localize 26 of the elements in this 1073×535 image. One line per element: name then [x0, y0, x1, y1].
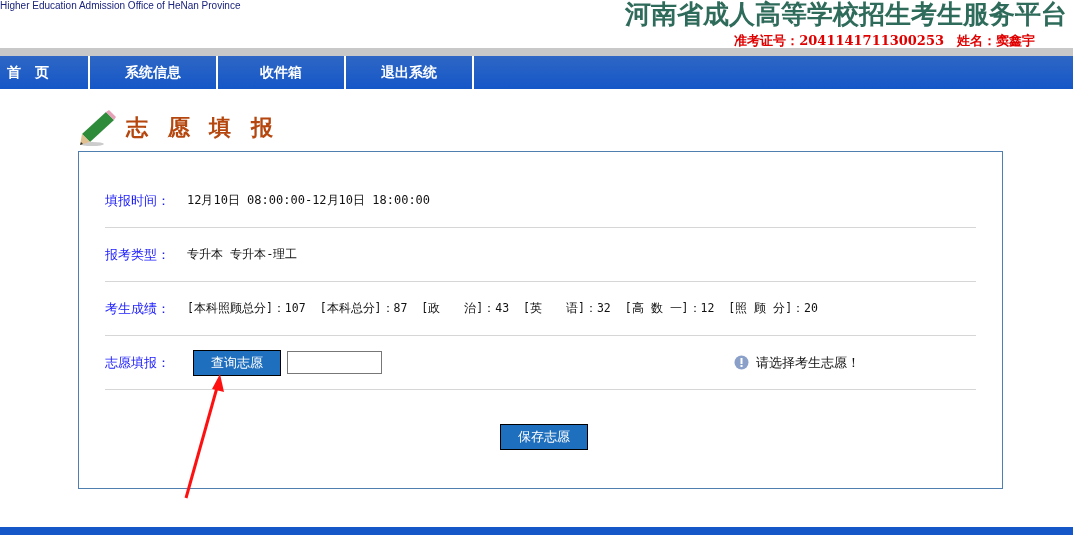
- pencil-icon: [78, 109, 118, 147]
- field-value: 12月10日 08:00:00-12月10日 18:00:00: [187, 192, 431, 209]
- field-label: 考生成绩：: [105, 299, 171, 318]
- field-label: 志愿填报：: [105, 353, 171, 372]
- info-icon: [734, 355, 749, 370]
- score-item: [照 顾 分]：20: [728, 301, 818, 316]
- score-item: [本科总分]：87: [319, 301, 408, 316]
- nav-item[interactable]: 系统信息: [90, 56, 218, 89]
- input-field[interactable]: [287, 351, 382, 374]
- save-button[interactable]: 保存志愿: [499, 424, 588, 450]
- nav-item[interactable]: 首 页: [0, 56, 90, 89]
- field-label: 报考类型：: [105, 245, 171, 264]
- score-item: [政 治]：43: [421, 301, 510, 316]
- score-item: [英 语]：32: [523, 301, 611, 316]
- score-item: [高 数 一]：12: [624, 301, 715, 316]
- nav-item[interactable]: 收件箱: [218, 56, 346, 89]
- hint-text: 请选择考生志愿！: [756, 353, 860, 372]
- field-label: 填报时间：: [105, 191, 171, 210]
- section-title: 志 愿 填 报: [126, 114, 279, 142]
- site-title: 河南省成人高等学校招生考生服务平台: [625, 0, 1067, 28]
- candidate-info: 准考证号：2041141711300253 姓名：窦鑫宇: [734, 32, 1035, 50]
- query-button[interactable]: 查询志愿: [193, 349, 281, 376]
- nav-item[interactable]: 退出系统: [346, 56, 474, 89]
- field-value: 专升本 专升本-理工: [187, 246, 298, 263]
- score-item: [本科照顾总分]：107: [187, 301, 306, 316]
- subtitle: Higher Education Admission Office of HeNan Province: [0, 0, 241, 13]
